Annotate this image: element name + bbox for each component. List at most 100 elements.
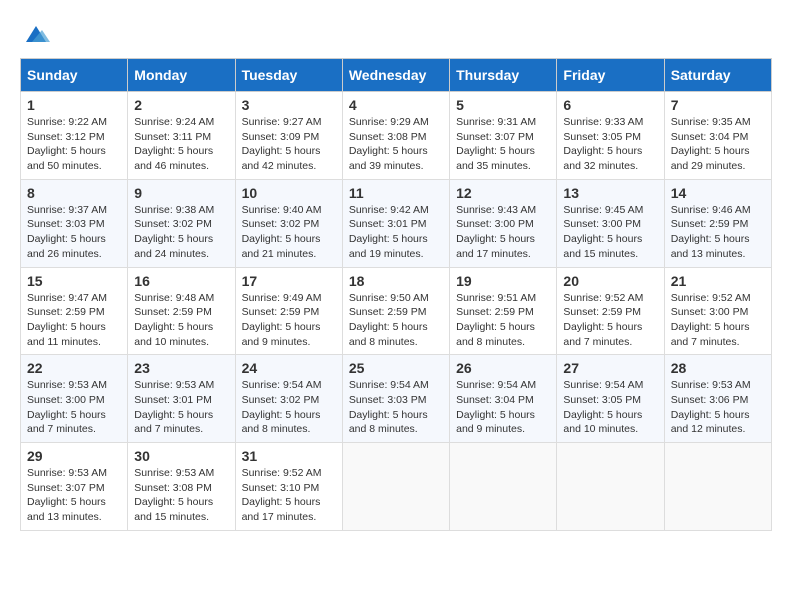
day-number: 11 [349, 185, 443, 201]
week-row-3: 15 Sunrise: 9:47 AM Sunset: 2:59 PM Dayl… [21, 267, 772, 355]
day-cell: 9 Sunrise: 9:38 AM Sunset: 3:02 PM Dayli… [128, 179, 235, 267]
day-info: Sunrise: 9:52 AM Sunset: 3:00 PM Dayligh… [671, 291, 765, 350]
day-cell: 20 Sunrise: 9:52 AM Sunset: 2:59 PM Dayl… [557, 267, 664, 355]
day-cell: 3 Sunrise: 9:27 AM Sunset: 3:09 PM Dayli… [235, 92, 342, 180]
day-cell: 29 Sunrise: 9:53 AM Sunset: 3:07 PM Dayl… [21, 443, 128, 531]
day-number: 8 [27, 185, 121, 201]
day-number: 28 [671, 360, 765, 376]
day-cell: 2 Sunrise: 9:24 AM Sunset: 3:11 PM Dayli… [128, 92, 235, 180]
day-number: 31 [242, 448, 336, 464]
day-cell: 1 Sunrise: 9:22 AM Sunset: 3:12 PM Dayli… [21, 92, 128, 180]
day-cell: 4 Sunrise: 9:29 AM Sunset: 3:08 PM Dayli… [342, 92, 449, 180]
day-number: 17 [242, 273, 336, 289]
logo-icon [22, 20, 50, 48]
day-cell [450, 443, 557, 531]
day-cell: 17 Sunrise: 9:49 AM Sunset: 2:59 PM Dayl… [235, 267, 342, 355]
day-number: 21 [671, 273, 765, 289]
day-cell: 30 Sunrise: 9:53 AM Sunset: 3:08 PM Dayl… [128, 443, 235, 531]
calendar-header: SundayMondayTuesdayWednesdayThursdayFrid… [21, 59, 772, 92]
day-info: Sunrise: 9:53 AM Sunset: 3:01 PM Dayligh… [134, 378, 228, 437]
day-info: Sunrise: 9:46 AM Sunset: 2:59 PM Dayligh… [671, 203, 765, 262]
day-cell: 16 Sunrise: 9:48 AM Sunset: 2:59 PM Dayl… [128, 267, 235, 355]
header-row: SundayMondayTuesdayWednesdayThursdayFrid… [21, 59, 772, 92]
day-cell: 18 Sunrise: 9:50 AM Sunset: 2:59 PM Dayl… [342, 267, 449, 355]
day-info: Sunrise: 9:22 AM Sunset: 3:12 PM Dayligh… [27, 115, 121, 174]
day-number: 3 [242, 97, 336, 113]
day-info: Sunrise: 9:52 AM Sunset: 3:10 PM Dayligh… [242, 466, 336, 525]
day-info: Sunrise: 9:50 AM Sunset: 2:59 PM Dayligh… [349, 291, 443, 350]
day-info: Sunrise: 9:53 AM Sunset: 3:07 PM Dayligh… [27, 466, 121, 525]
day-info: Sunrise: 9:45 AM Sunset: 3:00 PM Dayligh… [563, 203, 657, 262]
day-cell [664, 443, 771, 531]
day-info: Sunrise: 9:54 AM Sunset: 3:04 PM Dayligh… [456, 378, 550, 437]
calendar-body: 1 Sunrise: 9:22 AM Sunset: 3:12 PM Dayli… [21, 92, 772, 531]
logo [20, 20, 50, 48]
day-cell: 25 Sunrise: 9:54 AM Sunset: 3:03 PM Dayl… [342, 355, 449, 443]
day-number: 19 [456, 273, 550, 289]
day-info: Sunrise: 9:54 AM Sunset: 3:03 PM Dayligh… [349, 378, 443, 437]
day-cell: 14 Sunrise: 9:46 AM Sunset: 2:59 PM Dayl… [664, 179, 771, 267]
day-cell: 27 Sunrise: 9:54 AM Sunset: 3:05 PM Dayl… [557, 355, 664, 443]
day-info: Sunrise: 9:35 AM Sunset: 3:04 PM Dayligh… [671, 115, 765, 174]
day-cell: 13 Sunrise: 9:45 AM Sunset: 3:00 PM Dayl… [557, 179, 664, 267]
day-cell: 10 Sunrise: 9:40 AM Sunset: 3:02 PM Dayl… [235, 179, 342, 267]
day-info: Sunrise: 9:27 AM Sunset: 3:09 PM Dayligh… [242, 115, 336, 174]
day-number: 20 [563, 273, 657, 289]
day-number: 9 [134, 185, 228, 201]
day-info: Sunrise: 9:29 AM Sunset: 3:08 PM Dayligh… [349, 115, 443, 174]
day-number: 26 [456, 360, 550, 376]
page-header [20, 20, 772, 48]
day-number: 18 [349, 273, 443, 289]
header-cell-monday: Monday [128, 59, 235, 92]
day-info: Sunrise: 9:38 AM Sunset: 3:02 PM Dayligh… [134, 203, 228, 262]
header-cell-sunday: Sunday [21, 59, 128, 92]
day-number: 23 [134, 360, 228, 376]
day-cell: 12 Sunrise: 9:43 AM Sunset: 3:00 PM Dayl… [450, 179, 557, 267]
day-info: Sunrise: 9:48 AM Sunset: 2:59 PM Dayligh… [134, 291, 228, 350]
day-info: Sunrise: 9:51 AM Sunset: 2:59 PM Dayligh… [456, 291, 550, 350]
day-info: Sunrise: 9:42 AM Sunset: 3:01 PM Dayligh… [349, 203, 443, 262]
day-cell: 19 Sunrise: 9:51 AM Sunset: 2:59 PM Dayl… [450, 267, 557, 355]
day-info: Sunrise: 9:40 AM Sunset: 3:02 PM Dayligh… [242, 203, 336, 262]
week-row-4: 22 Sunrise: 9:53 AM Sunset: 3:00 PM Dayl… [21, 355, 772, 443]
day-info: Sunrise: 9:54 AM Sunset: 3:02 PM Dayligh… [242, 378, 336, 437]
day-number: 27 [563, 360, 657, 376]
day-cell: 5 Sunrise: 9:31 AM Sunset: 3:07 PM Dayli… [450, 92, 557, 180]
day-number: 12 [456, 185, 550, 201]
day-number: 13 [563, 185, 657, 201]
day-info: Sunrise: 9:54 AM Sunset: 3:05 PM Dayligh… [563, 378, 657, 437]
day-number: 7 [671, 97, 765, 113]
day-info: Sunrise: 9:24 AM Sunset: 3:11 PM Dayligh… [134, 115, 228, 174]
day-number: 6 [563, 97, 657, 113]
week-row-5: 29 Sunrise: 9:53 AM Sunset: 3:07 PM Dayl… [21, 443, 772, 531]
header-cell-wednesday: Wednesday [342, 59, 449, 92]
day-cell [557, 443, 664, 531]
day-cell: 15 Sunrise: 9:47 AM Sunset: 2:59 PM Dayl… [21, 267, 128, 355]
day-cell: 7 Sunrise: 9:35 AM Sunset: 3:04 PM Dayli… [664, 92, 771, 180]
day-number: 15 [27, 273, 121, 289]
day-number: 22 [27, 360, 121, 376]
day-cell [342, 443, 449, 531]
day-number: 5 [456, 97, 550, 113]
day-info: Sunrise: 9:37 AM Sunset: 3:03 PM Dayligh… [27, 203, 121, 262]
day-number: 29 [27, 448, 121, 464]
day-info: Sunrise: 9:49 AM Sunset: 2:59 PM Dayligh… [242, 291, 336, 350]
day-info: Sunrise: 9:47 AM Sunset: 2:59 PM Dayligh… [27, 291, 121, 350]
day-number: 14 [671, 185, 765, 201]
day-number: 24 [242, 360, 336, 376]
day-number: 1 [27, 97, 121, 113]
day-info: Sunrise: 9:43 AM Sunset: 3:00 PM Dayligh… [456, 203, 550, 262]
header-cell-friday: Friday [557, 59, 664, 92]
day-info: Sunrise: 9:53 AM Sunset: 3:06 PM Dayligh… [671, 378, 765, 437]
header-cell-saturday: Saturday [664, 59, 771, 92]
day-number: 4 [349, 97, 443, 113]
day-cell: 6 Sunrise: 9:33 AM Sunset: 3:05 PM Dayli… [557, 92, 664, 180]
day-number: 25 [349, 360, 443, 376]
day-cell: 26 Sunrise: 9:54 AM Sunset: 3:04 PM Dayl… [450, 355, 557, 443]
day-cell: 23 Sunrise: 9:53 AM Sunset: 3:01 PM Dayl… [128, 355, 235, 443]
header-cell-thursday: Thursday [450, 59, 557, 92]
day-number: 2 [134, 97, 228, 113]
day-cell: 28 Sunrise: 9:53 AM Sunset: 3:06 PM Dayl… [664, 355, 771, 443]
day-cell: 8 Sunrise: 9:37 AM Sunset: 3:03 PM Dayli… [21, 179, 128, 267]
day-cell: 11 Sunrise: 9:42 AM Sunset: 3:01 PM Dayl… [342, 179, 449, 267]
